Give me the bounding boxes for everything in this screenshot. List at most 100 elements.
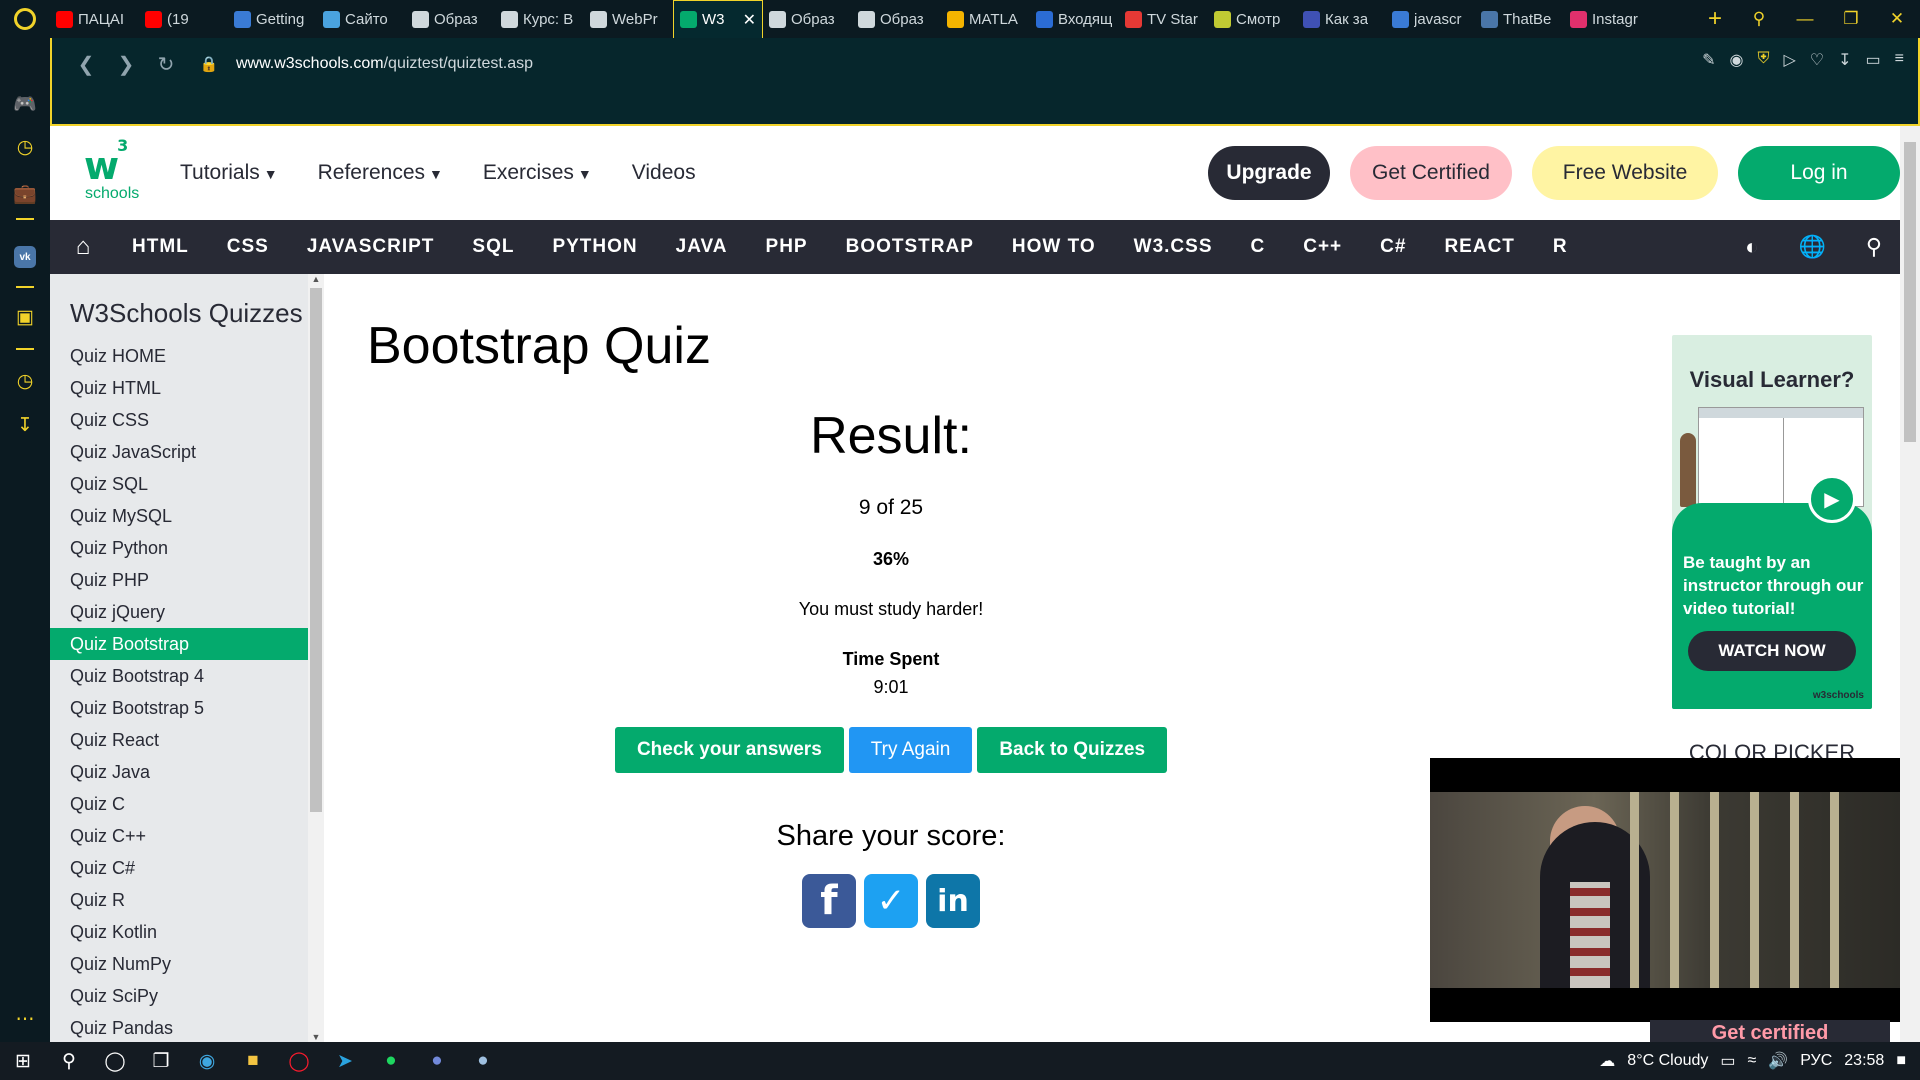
facebook-icon[interactable]: f xyxy=(802,874,856,928)
browser-tab[interactable]: MATLA xyxy=(941,0,1030,38)
notifications-icon[interactable]: ■ xyxy=(1896,1052,1906,1070)
download-icon[interactable]: ↧ xyxy=(0,414,50,437)
sidebar-quiz-link[interactable]: Quiz Bootstrap 4 xyxy=(50,660,308,692)
spotify-icon[interactable]: ● xyxy=(368,1050,414,1072)
downloads-icon[interactable]: ↧ xyxy=(1838,50,1851,70)
browser-tab[interactable]: ThatBe xyxy=(1475,0,1564,38)
sidebar-quiz-link[interactable]: Quiz jQuery xyxy=(50,596,308,628)
sidebar-quiz-link[interactable]: Quiz Kotlin xyxy=(50,916,308,948)
opera-menu-button[interactable] xyxy=(0,0,50,38)
browser-tab[interactable]: WebPr xyxy=(584,0,673,38)
get-certified-banner[interactable]: Get certified xyxy=(1650,1020,1890,1042)
bag-icon[interactable]: 💼 xyxy=(0,182,50,206)
sidebar-quiz-link[interactable]: Quiz Pandas xyxy=(50,1012,308,1042)
search-icon[interactable]: ⚲ xyxy=(1866,234,1882,260)
topic-nav-item[interactable]: PYTHON xyxy=(552,236,637,258)
dark-mode-icon[interactable]: ◐ xyxy=(1745,234,1758,260)
search-icon[interactable]: ⚲ xyxy=(46,1050,92,1073)
topic-nav-item[interactable]: C++ xyxy=(1303,236,1342,258)
twitter-icon[interactable]: ✓ xyxy=(864,874,918,928)
camera-icon[interactable]: ◉ xyxy=(1729,50,1743,70)
menu-icon[interactable]: ≡ xyxy=(1895,50,1904,70)
wallet-icon[interactable]: ▣ xyxy=(0,306,50,329)
login-button[interactable]: Log in xyxy=(1738,146,1900,200)
cortana-icon[interactable]: ◯ xyxy=(92,1050,138,1073)
sidebar-quiz-link[interactable]: Quiz C# xyxy=(50,852,308,884)
send-icon[interactable]: ▷ xyxy=(1783,50,1795,70)
check-answers-button[interactable]: Check your answers xyxy=(614,727,844,773)
folder-icon[interactable]: ■ xyxy=(230,1050,276,1072)
task-view-icon[interactable]: ❐ xyxy=(138,1050,184,1073)
sidebar-quiz-link[interactable]: Quiz Bootstrap xyxy=(50,628,308,660)
speedometer-icon[interactable]: ◷ xyxy=(0,136,50,159)
windows-start-icon[interactable]: ⊞ xyxy=(0,1050,46,1073)
browser-tab[interactable]: ПАЦАІ xyxy=(50,0,139,38)
browser-tab[interactable]: Сайто xyxy=(317,0,406,38)
get-certified-button[interactable]: Get Certified xyxy=(1350,146,1512,200)
sidebar-quiz-link[interactable]: Quiz JavaScript xyxy=(50,436,308,468)
sidebar-quiz-link[interactable]: Quiz CSS xyxy=(50,404,308,436)
browser-tab[interactable]: Курс: В xyxy=(495,0,584,38)
browser-tab[interactable]: Getting xyxy=(228,0,317,38)
topic-nav-item[interactable]: JAVASCRIPT xyxy=(307,236,435,258)
topic-nav-item[interactable]: JAVA xyxy=(676,236,728,258)
home-icon[interactable]: ⌂ xyxy=(50,233,116,261)
forward-button[interactable]: ❯ xyxy=(106,52,146,77)
topic-nav-item[interactable]: CSS xyxy=(227,236,269,258)
sidebar-quiz-link[interactable]: Quiz R xyxy=(50,884,308,916)
browser-tab[interactable]: javascr xyxy=(1386,0,1475,38)
w3schools-logo[interactable]: w3 schools xyxy=(50,126,180,220)
more-icon[interactable]: ⋯ xyxy=(0,1008,50,1031)
sidebar-quiz-link[interactable]: Quiz NumPy xyxy=(50,948,308,980)
globe-icon[interactable]: 🌐 xyxy=(1798,234,1825,260)
heart-icon[interactable]: ♡ xyxy=(1810,50,1824,70)
weather-text[interactable]: 8°C Cloudy xyxy=(1627,1052,1708,1070)
topic-nav-item[interactable]: HTML xyxy=(132,236,189,258)
browser-tab[interactable]: Образ xyxy=(763,0,852,38)
topic-nav-item[interactable]: PHP xyxy=(766,236,808,258)
discord-icon[interactable]: ● xyxy=(414,1050,460,1072)
topic-nav-item[interactable]: R xyxy=(1553,236,1568,258)
topic-nav-item[interactable]: C# xyxy=(1380,236,1406,258)
play-icon[interactable]: ▶ xyxy=(1808,475,1856,523)
new-tab-button[interactable]: + xyxy=(1694,5,1736,33)
search-tabs-icon[interactable]: ⚲ xyxy=(1736,9,1782,29)
steam-icon[interactable]: ● xyxy=(460,1050,506,1072)
clock[interactable]: 23:58 xyxy=(1844,1052,1884,1070)
sidebar-quiz-link[interactable]: Quiz PHP xyxy=(50,564,308,596)
picture-in-picture-video[interactable] xyxy=(1430,758,1900,1022)
back-to-quizzes-button[interactable]: Back to Quizzes xyxy=(977,727,1168,773)
free-website-button[interactable]: Free Website xyxy=(1532,146,1718,200)
browser-tab[interactable]: Входящ xyxy=(1030,0,1119,38)
battery-icon[interactable]: ▭ xyxy=(1720,1051,1735,1071)
browser-tab[interactable]: (19 xyxy=(139,0,228,38)
top-menu-item[interactable]: Tutorials ▼ xyxy=(180,161,278,185)
topic-nav-item[interactable]: W3.CSS xyxy=(1134,236,1213,258)
browser-tab[interactable]: W3 ✕ xyxy=(673,0,763,38)
sidebar-quiz-link[interactable]: Quiz Python xyxy=(50,532,308,564)
topic-nav-item[interactable]: REACT xyxy=(1444,236,1514,258)
sidebar-quiz-link[interactable]: Quiz React xyxy=(50,724,308,756)
linkedin-icon[interactable]: in xyxy=(926,874,980,928)
sidebar-quiz-link[interactable]: Quiz SQL xyxy=(50,468,308,500)
edit-icon[interactable]: ✎ xyxy=(1702,50,1715,70)
battery-icon[interactable]: ▭ xyxy=(1866,50,1881,70)
top-menu-item[interactable]: Videos xyxy=(632,161,696,185)
topic-nav-item[interactable]: C xyxy=(1251,236,1266,258)
shield-icon[interactable]: ⛨ xyxy=(1757,50,1769,70)
opera-icon[interactable]: ◯ xyxy=(276,1050,322,1073)
top-menu-item[interactable]: Exercises ▼ xyxy=(483,161,592,185)
topic-nav-item[interactable]: HOW TO xyxy=(1012,236,1096,258)
language-indicator[interactable]: РУС xyxy=(1800,1052,1832,1070)
close-window-button[interactable]: ✕ xyxy=(1874,9,1920,29)
topic-nav-item[interactable]: SQL xyxy=(472,236,514,258)
vk-icon[interactable]: vk xyxy=(14,246,36,268)
page-scrollbar[interactable] xyxy=(1900,126,1920,1042)
url-field[interactable]: www.w3schools.com/quiztest/quiztest.asp xyxy=(236,55,533,73)
topic-nav-item[interactable]: BOOTSTRAP xyxy=(846,236,974,258)
reload-button[interactable]: ↻ xyxy=(146,52,186,77)
sidebar-quiz-link[interactable]: Quiz HOME xyxy=(50,340,308,372)
watch-now-button[interactable]: WATCH NOW xyxy=(1688,631,1856,671)
volume-icon[interactable]: 🔊 xyxy=(1768,1051,1788,1071)
browser-tab[interactable]: TV Star xyxy=(1119,0,1208,38)
